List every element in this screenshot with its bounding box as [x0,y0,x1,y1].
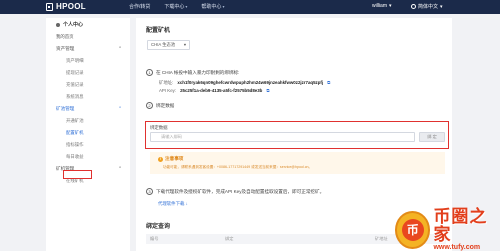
sidebar-item-asset-details[interactable]: 资产明细 [46,55,130,67]
api-key-value: 25c25f1a-deb9-4135-a5fc-f2575b5d8e3b [180,88,263,93]
hpool-logo[interactable]: HPOOL [46,2,86,11]
chevron-down-icon: ▾ [440,3,443,10]
sidebar-group-pool[interactable]: 矿池管理 ⌃ [46,103,130,115]
table-header-cell: 编号 [150,236,159,241]
selection-highlight [63,170,92,179]
sidebar-group-assets[interactable]: 资产管理 ⌃ [46,43,130,55]
chevron-down-icon: ▾ [185,4,188,9]
coin-logo-icon: 币 [395,210,431,249]
step-number-3: 3 [146,188,153,195]
sidebar-item-withdraw-records[interactable]: 提现记录 [46,67,130,79]
step-1-text: 在 CHIA 帐投中输入暴力印耐剩的绑绑标: [156,69,240,75]
language-label: 简体中文 [418,4,439,10]
notice-title: ! 注意事项 [158,156,184,162]
chevron-down-icon: ▾ [389,3,392,9]
table-header-cell: 绑定 [225,236,234,241]
pool-address-row: 矿地址: xch1f0ryak6qn09ghefcwrdwpuph2hm24w6… [159,80,331,86]
sidebar-item-operations[interactable]: 指标操作 [46,139,130,151]
chain-select[interactable]: CHIA 生态池 ▾ [147,40,190,50]
chevron-up-icon: ⌃ [118,46,122,51]
logo-mark-icon [46,2,53,11]
watermark-url: www.tufy.com [433,244,481,251]
main-nav: 合作/转贷 下载中心 ▾ 帮助中心 ▾ [129,3,224,10]
sidebar-item-home[interactable]: 我的首页 [46,31,130,43]
watermark-logo: 币 币圈之家 www.tufy.com [395,208,500,251]
username: william [372,3,387,9]
bind-query-title: 绑定查询 [146,224,171,230]
api-key-row: API Key: 25c25f1a-deb9-4135-a5fc-f2575b5… [159,88,270,93]
step-3-text: 下载代理软件及授权矿软件，完成API Key及自动配置挂取设置后，即可正常挖矿。 [156,188,325,194]
sidebar: 个人中心 我的首页 资产管理 ⌃ 资产明细 提现记录 充值记录 系统消息 矿池管理… [46,18,130,251]
nav-item-cooperation[interactable]: 合作/转贷 [129,3,150,10]
pool-address-value: xch1f0ryak6qn09ghefcwrdwpuph2hm24w69jnze… [177,80,324,85]
step-3: 3 下载代理软件及授权矿软件，完成API Key及自动配置挂取设置后，即可正常挖… [146,188,324,195]
chevron-up-icon: ⌃ [118,106,122,111]
sidebar-header: 个人中心 [46,18,130,31]
globe-icon [411,4,416,9]
step-1: 1 在 CHIA 帐投中输入暴力印耐剩的绑绑标: [146,69,239,76]
step-number-1: 1 [146,69,153,76]
page-title: 配置矿机 [146,28,171,34]
nav-item-help[interactable]: 帮助中心 ▾ [201,3,224,10]
sidebar-item-messages[interactable]: 系统消息 [46,91,130,103]
user-menu[interactable]: william ▾ [372,3,392,9]
top-nav-bar: HPOOL 合作/转贷 下载中心 ▾ 帮助中心 ▾ william ▾ 简体中文 ▾ [0,0,500,14]
proxy-download-link[interactable]: 代理软件下载 ↓ [158,201,188,207]
notice-text: 功能可能，请联系遇到发客设置：+0086-17717291449 或发送当前来据… [163,165,313,169]
sidebar-item-configure-miner[interactable]: 配置矿机 [46,127,130,139]
user-icon [56,22,60,27]
copy-icon[interactable]: ⧉ [266,88,269,93]
chevron-down-icon: ▾ [222,4,225,9]
step-number-2: 2 [146,102,153,109]
bind-highlight-box [145,121,449,149]
sidebar-item-deposit-records[interactable]: 充值记录 [46,79,130,91]
chevron-down-icon: ▾ [183,42,186,47]
copy-icon[interactable]: ⧉ [327,80,330,86]
step-2-text: 绑定数据 [156,102,175,108]
chevron-up-icon: ⌃ [118,166,122,171]
logo-text: HPOOL [56,2,86,11]
sidebar-item-open-pool[interactable]: 开通矿池 [46,115,130,127]
nav-item-downloads[interactable]: 下载中心 ▾ [164,3,187,10]
sidebar-item-daily-earnings[interactable]: 每日收益 [46,151,130,163]
warning-icon: ! [158,156,163,162]
notice-box [150,152,445,174]
step-2: 2 绑定数据 [146,102,174,109]
language-switcher[interactable]: 简体中文 ▾ [411,3,443,10]
watermark-title: 币圈之家 [433,207,488,244]
